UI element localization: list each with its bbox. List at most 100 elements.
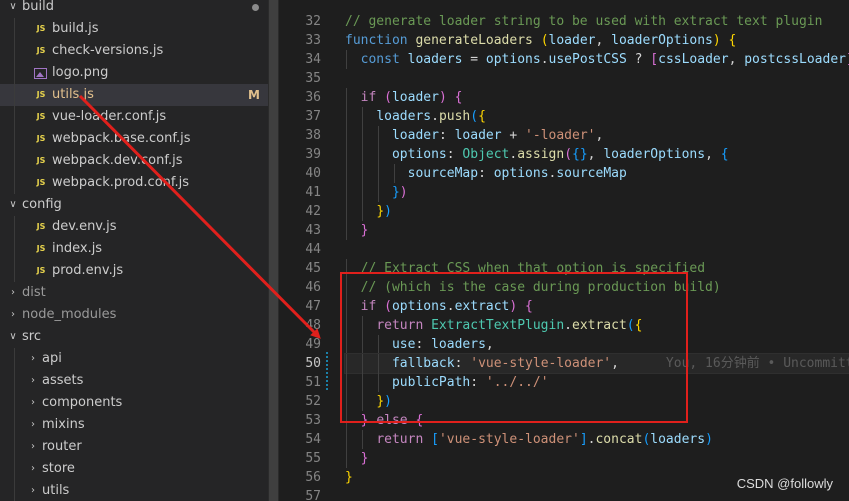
file-label: dev.env.js bbox=[52, 219, 117, 234]
file-item-webpack-dev-conf-js[interactable]: JS webpack.dev.conf.js bbox=[0, 150, 268, 172]
code-area[interactable]: // generate loader string to be used wit… bbox=[344, 12, 849, 501]
code-token: } bbox=[360, 223, 369, 238]
chevron-right-icon[interactable]: › bbox=[28, 480, 38, 501]
code-line[interactable]: const loaders = options.usePostCSS ? [cs… bbox=[345, 50, 849, 69]
code-line[interactable]: publicPath: '../../' bbox=[345, 373, 849, 392]
javascript-file-icon: JS bbox=[36, 24, 46, 33]
tree-indent-guide bbox=[14, 392, 15, 414]
code-line[interactable]: loaders.push({ bbox=[345, 107, 849, 126]
indent-guide bbox=[362, 164, 363, 183]
folder-item-router[interactable]: › router bbox=[0, 436, 268, 458]
folder-item-src[interactable]: ∨ src bbox=[0, 326, 268, 348]
folder-item-node-modules[interactable]: › node_modules bbox=[0, 304, 268, 326]
code-line[interactable]: if (options.extract) { bbox=[345, 297, 849, 316]
code-token: options bbox=[391, 299, 447, 314]
code-line[interactable]: } bbox=[345, 449, 849, 468]
code-line[interactable] bbox=[345, 240, 849, 259]
folder-item-build[interactable]: ∨ build bbox=[0, 0, 268, 18]
code-line[interactable]: options: Object.assign({}, loaderOptions… bbox=[345, 145, 849, 164]
chevron-right-icon[interactable]: › bbox=[8, 282, 18, 304]
code-line[interactable]: function generateLoaders (loader, loader… bbox=[345, 31, 849, 50]
code-token: const bbox=[360, 52, 408, 67]
code-token: ( bbox=[384, 299, 392, 314]
code-line[interactable] bbox=[345, 69, 849, 88]
folder-item-utils[interactable]: › utils bbox=[0, 480, 268, 501]
code-token: extract bbox=[454, 299, 510, 314]
code-token: : bbox=[446, 147, 463, 162]
line-number: 50 bbox=[305, 356, 321, 371]
code-line[interactable]: sourceMap: options.sourceMap bbox=[345, 164, 849, 183]
line-number: 34 bbox=[305, 52, 321, 67]
code-token: . bbox=[540, 52, 549, 67]
chevron-right-icon[interactable]: › bbox=[28, 370, 38, 392]
code-token: } bbox=[345, 470, 353, 485]
code-token: + bbox=[501, 128, 526, 143]
chevron-down-icon[interactable]: ∨ bbox=[8, 326, 18, 348]
code-line[interactable]: // generate loader string to be used wit… bbox=[345, 12, 849, 31]
code-token: '-loader' bbox=[525, 128, 596, 143]
code-line[interactable]: return ExtractTextPlugin.extract({ bbox=[345, 316, 849, 335]
file-item-webpack-base-conf-js[interactable]: JS webpack.base.conf.js bbox=[0, 128, 268, 150]
line-number: 43 bbox=[305, 223, 321, 238]
chevron-right-icon[interactable]: › bbox=[28, 458, 38, 480]
code-line[interactable]: // Extract CSS when that option is speci… bbox=[345, 259, 849, 278]
tree-indent-guide bbox=[14, 128, 15, 150]
code-token: { bbox=[454, 90, 463, 105]
chevron-right-icon[interactable]: › bbox=[28, 414, 38, 436]
file-item-prod-env-js[interactable]: JS prod.env.js bbox=[0, 260, 268, 282]
tree-indent-guide bbox=[14, 260, 15, 282]
indent-guide bbox=[362, 316, 363, 335]
code-line[interactable]: } bbox=[345, 221, 849, 240]
code-line[interactable]: fallback: 'vue-style-loader', You, 16分钟前… bbox=[344, 353, 849, 374]
code-token: sourceMap bbox=[556, 166, 627, 181]
line-number: 33 bbox=[305, 33, 321, 48]
chevron-right-icon[interactable]: › bbox=[28, 436, 38, 458]
chevron-right-icon[interactable]: › bbox=[8, 304, 18, 326]
line-number: 35 bbox=[305, 71, 321, 86]
file-item-utils-js[interactable]: JS utils.js M bbox=[0, 84, 268, 106]
code-line[interactable]: return ['vue-style-loader'].concat(loade… bbox=[345, 430, 849, 449]
file-item-logo-png[interactable]: logo.png bbox=[0, 62, 268, 84]
code-line[interactable]: loader: loader + '-loader', bbox=[345, 126, 849, 145]
file-item-webpack-prod-conf-js[interactable]: JS webpack.prod.conf.js bbox=[0, 172, 268, 194]
code-line[interactable]: }) bbox=[345, 183, 849, 202]
code-line[interactable]: // (which is the case during production … bbox=[345, 278, 849, 297]
code-token: , bbox=[705, 147, 721, 162]
tree-indent-guide bbox=[14, 458, 15, 480]
file-item-index-js[interactable]: JS index.js bbox=[0, 238, 268, 260]
chevron-right-icon[interactable]: › bbox=[28, 392, 38, 414]
code-line[interactable]: if (loader) { bbox=[345, 88, 849, 107]
indent-guide bbox=[346, 316, 347, 335]
code-line[interactable]: }) bbox=[345, 392, 849, 411]
chevron-down-icon[interactable]: ∨ bbox=[8, 194, 18, 216]
folder-item-api[interactable]: › api bbox=[0, 348, 268, 370]
folder-item-mixins[interactable]: › mixins bbox=[0, 414, 268, 436]
changes-dot-icon bbox=[252, 4, 259, 11]
folder-item-config[interactable]: ∨ config bbox=[0, 194, 268, 216]
code-line[interactable]: use: loaders, bbox=[345, 335, 849, 354]
file-item-check-versions-js[interactable]: JS check-versions.js bbox=[0, 40, 268, 62]
file-item-build-js[interactable]: JS build.js bbox=[0, 18, 268, 40]
code-editor[interactable]: 32 33 34 35 36 37 38 39 40 41 42 43 44 45 46 47 48 49 50 51… bbox=[279, 0, 849, 501]
code-line[interactable]: } else { bbox=[345, 411, 849, 430]
code-token: ( bbox=[384, 90, 392, 105]
chevron-right-icon[interactable]: › bbox=[28, 348, 38, 370]
sidebar-scrollbar-thumb[interactable] bbox=[269, 0, 278, 501]
sidebar-scrollbar[interactable] bbox=[268, 0, 279, 501]
folder-item-assets[interactable]: › assets bbox=[0, 370, 268, 392]
git-modified-indicator[interactable] bbox=[326, 352, 328, 392]
indent-guide bbox=[346, 107, 347, 126]
code-line[interactable]: }) bbox=[345, 202, 849, 221]
tree-indent-guide bbox=[14, 40, 15, 62]
line-number: 38 bbox=[305, 128, 321, 143]
file-item-dev-env-js[interactable]: JS dev.env.js bbox=[0, 216, 268, 238]
folder-item-components[interactable]: › components bbox=[0, 392, 268, 414]
file-item-vue-loader-conf-js[interactable]: JS vue-loader.conf.js bbox=[0, 106, 268, 128]
code-token: . bbox=[446, 299, 455, 314]
folder-item-store[interactable]: › store bbox=[0, 458, 268, 480]
chevron-down-icon[interactable]: ∨ bbox=[8, 0, 18, 18]
folder-item-dist[interactable]: › dist bbox=[0, 282, 268, 304]
line-number: 55 bbox=[305, 451, 321, 466]
